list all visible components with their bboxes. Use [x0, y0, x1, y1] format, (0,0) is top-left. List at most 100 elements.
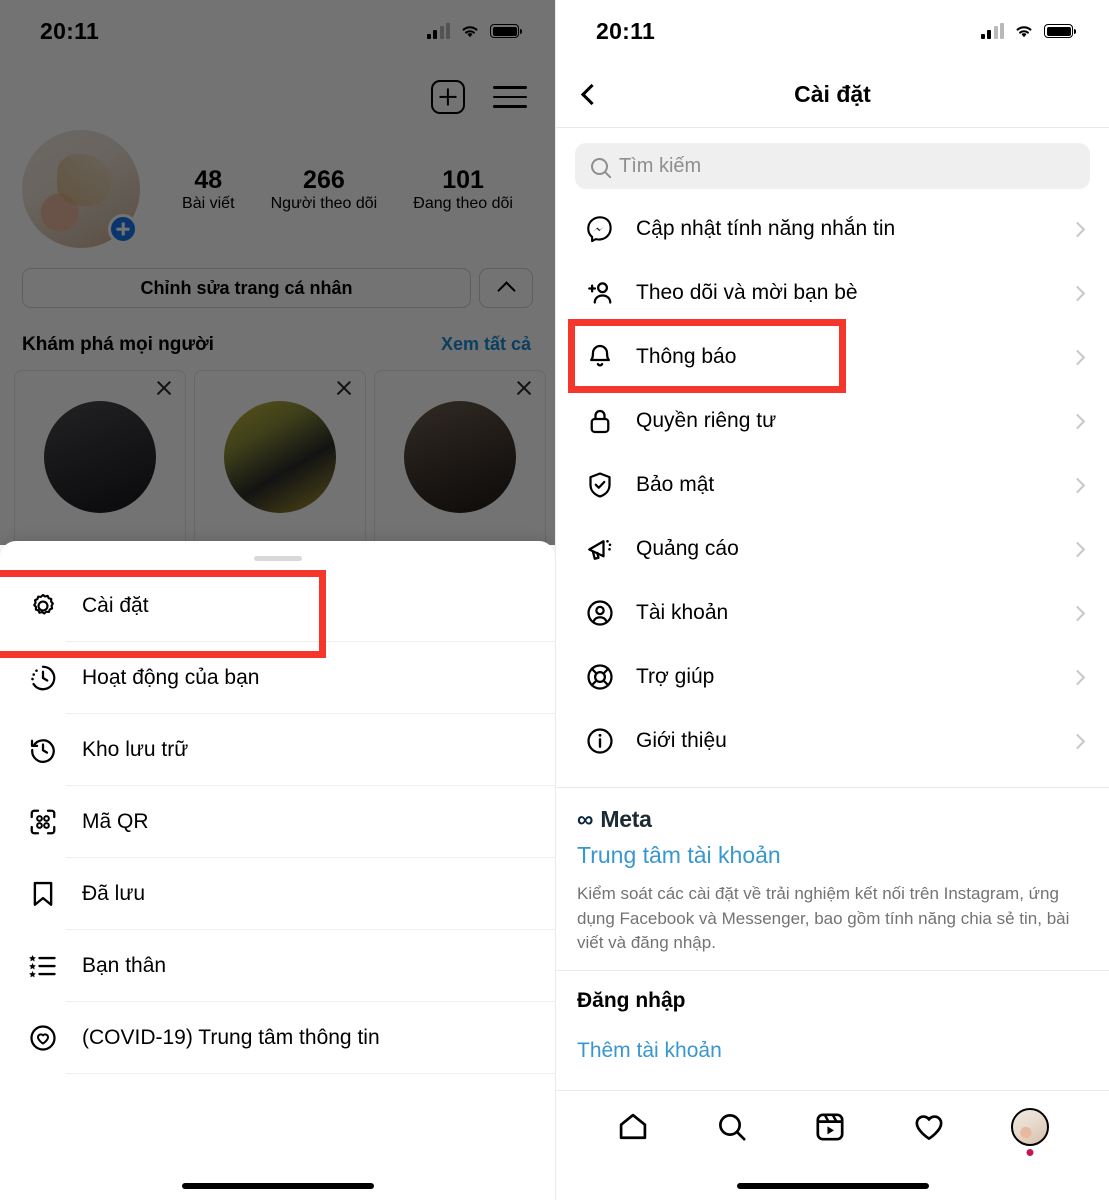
sheet-item-archive[interactable]: Kho lưu trữ: [0, 714, 555, 786]
discover-see-all-link[interactable]: Xem tất cả: [441, 334, 531, 355]
sheet-drag-handle[interactable]: [253, 556, 302, 561]
search-icon: [718, 1113, 746, 1141]
add-story-plus-icon[interactable]: [108, 214, 138, 244]
qr-code-icon: [20, 807, 66, 837]
tab-activity[interactable]: [912, 1110, 946, 1144]
chevron-left-back-icon[interactable]: [578, 82, 604, 108]
stat-followers-label: Người theo dõi: [270, 194, 378, 212]
settings-item-ads[interactable]: Quảng cáo: [556, 517, 1109, 581]
info-circle-icon: [578, 726, 622, 756]
discover-people-header: Khám phá mọi người Xem tất cả: [0, 308, 555, 356]
bottom-tab-bar: [556, 1090, 1109, 1162]
edit-profile-button[interactable]: Chỉnh sửa trang cá nhân: [22, 268, 471, 308]
tab-profile[interactable]: [1010, 1107, 1049, 1156]
wifi-icon: [1016, 26, 1032, 38]
sheet-item-qr-code[interactable]: Mã QR: [0, 786, 555, 858]
wifi-icon: [462, 26, 478, 38]
hamburger-menu-icon[interactable]: [493, 86, 527, 108]
add-account-link[interactable]: Thêm tài khoản: [556, 1013, 1109, 1063]
settings-item-label: Theo dõi và mời bạn bè: [636, 281, 858, 304]
settings-item-follow-invite-friends[interactable]: Theo dõi và mời bạn bè: [556, 261, 1109, 325]
status-bar-time: 20:11: [596, 17, 656, 44]
settings-list: Cập nhật tính năng nhắn tin Theo dõi và …: [556, 189, 1109, 773]
cellular-signal-icon: [980, 23, 1004, 39]
settings-item-messaging-updates[interactable]: Cập nhật tính năng nhắn tin: [556, 197, 1109, 261]
collapse-suggestions-button[interactable]: [479, 268, 533, 308]
covid-heart-icon: [20, 1023, 66, 1053]
profile-header: [0, 62, 555, 120]
search-input[interactable]: Tìm kiếm: [619, 155, 701, 178]
settings-item-label: Quảng cáo: [636, 537, 739, 560]
search-field[interactable]: Tìm kiếm: [575, 143, 1090, 189]
stat-following[interactable]: 101 Đang theo dõi: [413, 166, 513, 213]
sheet-item-label: Bạn thân: [66, 930, 555, 1002]
chevron-right-icon: [1069, 349, 1086, 365]
chevron-right-icon: [1069, 285, 1086, 301]
settings-item-label: Bảo mật: [636, 473, 715, 496]
chevron-right-icon: [1069, 413, 1086, 429]
profile-action-row: Chỉnh sửa trang cá nhân: [0, 254, 555, 308]
avatar[interactable]: [224, 401, 336, 513]
accounts-center-link[interactable]: Trung tâm tài khoản: [577, 842, 1089, 869]
settings-item-label: Trợ giúp: [636, 665, 715, 688]
meta-brand-name: Meta: [600, 806, 652, 832]
shield-check-security-icon: [578, 470, 622, 500]
settings-item-about[interactable]: Giới thiệu: [556, 709, 1109, 773]
stat-posts-label: Bài viết: [182, 194, 235, 212]
page-title: Cài đặt: [794, 81, 871, 107]
dual-screenshot-container: 20:11 48 Bài viết 266 Người theo dõi 101…: [0, 0, 1109, 1200]
close-x-icon[interactable]: [155, 379, 173, 397]
sheet-item-saved[interactable]: Đã lưu: [0, 858, 555, 930]
profile-summary-row: 48 Bài viết 266 Người theo dõi 101 Đang …: [0, 120, 555, 248]
close-x-icon[interactable]: [335, 379, 353, 397]
meta-brand: ∞ Meta: [577, 806, 1089, 833]
settings-item-security[interactable]: Bảo mật: [556, 453, 1109, 517]
lock-privacy-icon: [578, 406, 622, 436]
tab-search[interactable]: [715, 1110, 749, 1144]
search-magnifier-icon: [591, 157, 608, 175]
heart-activity-icon: [915, 1114, 943, 1140]
right-phone-screen: 20:11 Cài đặt Tìm kiếm Cập nhật tính năn…: [555, 0, 1109, 1200]
left-phone-screen: 20:11 48 Bài viết 266 Người theo dõi 101…: [0, 0, 555, 1200]
meta-accounts-center-section: ∞ Meta Trung tâm tài khoản Kiểm soát các…: [556, 788, 1109, 956]
sheet-item-covid-info-center[interactable]: (COVID-19) Trung tâm thông tin: [0, 1002, 555, 1074]
profile-avatar-icon: [1010, 1107, 1049, 1146]
login-section-title: Đăng nhập: [577, 988, 686, 1012]
messenger-icon: [578, 214, 622, 244]
sheet-item-close-friends[interactable]: Bạn thân: [0, 930, 555, 1002]
activity-clock-icon: [20, 663, 66, 693]
home-indicator-bar: [181, 1183, 374, 1189]
tab-reels[interactable]: [813, 1110, 847, 1144]
highlight-box-notifications: [568, 319, 846, 393]
reels-icon: [816, 1112, 845, 1141]
settings-item-help[interactable]: Trợ giúp: [556, 645, 1109, 709]
chevron-right-icon: [1069, 541, 1086, 557]
bookmark-saved-icon: [20, 879, 66, 909]
status-bar-left: 20:11: [0, 0, 555, 62]
chevron-right-icon: [1069, 669, 1086, 685]
tab-home[interactable]: [616, 1110, 650, 1144]
stat-posts[interactable]: 48 Bài viết: [182, 166, 234, 213]
status-bar-right: 20:11: [556, 0, 1109, 62]
stat-followers[interactable]: 266 Người theo dõi: [271, 166, 378, 213]
profile-avatar-wrap[interactable]: [22, 130, 140, 248]
avatar[interactable]: [404, 401, 516, 513]
status-bar-time: 20:11: [40, 17, 100, 44]
profile-stats: 48 Bài viết 266 Người theo dõi 101 Đang …: [156, 166, 531, 213]
battery-icon: [1044, 24, 1076, 38]
close-x-icon[interactable]: [515, 379, 533, 397]
discover-people-title: Khám phá mọi người: [22, 334, 214, 355]
meta-infinity-logo-icon: ∞: [577, 806, 593, 832]
settings-item-account[interactable]: Tài khoản: [556, 581, 1109, 645]
account-person-circle-icon: [578, 598, 622, 628]
new-post-plus-icon[interactable]: [431, 80, 465, 114]
highlight-box-settings: [0, 570, 326, 658]
sheet-item-label: (COVID-19) Trung tâm thông tin: [66, 1002, 555, 1074]
status-bar-icons: [426, 23, 522, 39]
avatar[interactable]: [44, 401, 156, 513]
chevron-up-icon: [496, 281, 516, 300]
chevron-right-icon: [1069, 605, 1086, 621]
megaphone-ads-icon: [578, 534, 622, 564]
sheet-item-label: Kho lưu trữ: [66, 714, 555, 786]
settings-item-privacy[interactable]: Quyền riêng tư: [556, 389, 1109, 453]
